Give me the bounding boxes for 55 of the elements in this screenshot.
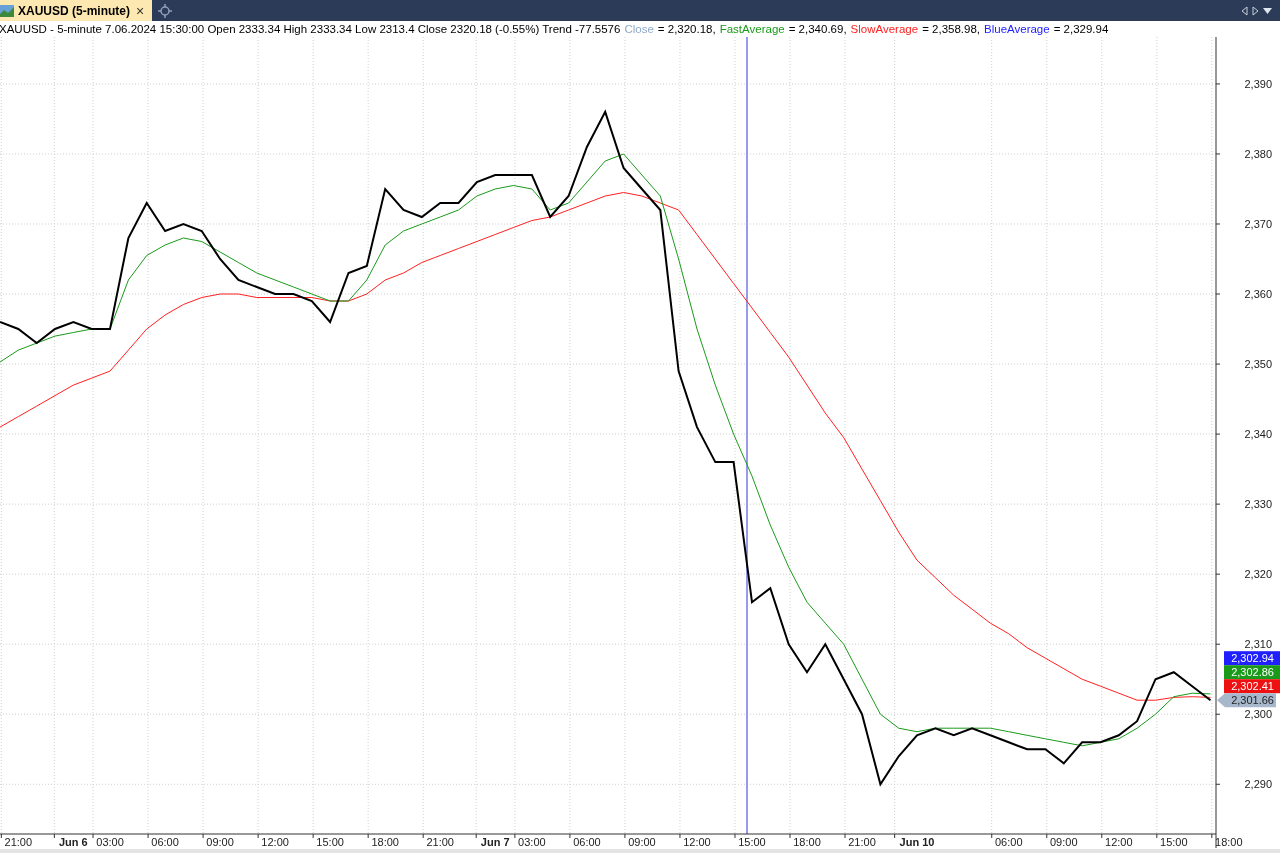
axis-label: 03:00 xyxy=(96,836,124,848)
axis-label: 06:00 xyxy=(573,836,601,848)
axis-label: 2,340 xyxy=(1244,428,1272,441)
dropdown-icon[interactable] xyxy=(1263,7,1272,14)
axis-label: 06:00 xyxy=(151,836,179,848)
price-tag: 2,301.66 xyxy=(1217,693,1276,708)
price-tag: 2,302.86 xyxy=(1224,665,1280,680)
axis-label: 2,330 xyxy=(1244,498,1272,511)
left-arrow-icon[interactable] xyxy=(1241,5,1248,16)
axis-label: 2,360 xyxy=(1244,288,1272,301)
price-tag: 2,302.41 xyxy=(1224,679,1280,694)
axis-label: 03:00 xyxy=(518,836,546,848)
axis-label: 15:00 xyxy=(316,836,344,848)
add-tab-icon[interactable] xyxy=(158,3,173,18)
legend-value: = 2,320.18, xyxy=(657,23,716,35)
axis-label: 21:00 xyxy=(848,836,876,848)
axis-label: 2,350 xyxy=(1244,358,1272,371)
axis-label: Jun 10 xyxy=(899,836,935,848)
close-button[interactable]: × xyxy=(134,2,147,19)
axis-label: 12:00 xyxy=(261,836,289,848)
legend-value: = 2,340.69, xyxy=(788,23,847,35)
price-tag: 2,302.94 xyxy=(1224,651,1280,666)
legend-name: FastAverage xyxy=(719,23,785,35)
axis-label: 2,370 xyxy=(1244,218,1272,230)
axis-label: 18:00 xyxy=(793,836,821,848)
axis-label: 09:00 xyxy=(206,836,234,848)
axis-label: 21:00 xyxy=(426,836,454,848)
legend-name: SlowAverage xyxy=(850,23,919,35)
axis-label: 15:00 xyxy=(738,836,766,848)
ohlc-summary: XAUUSD - 5-minute 7.06.2024 15:30:00 Open 2333.34 High 2333.34 Low 2313.4 Close 2320.18 (-0.55%) Trend -77.5576 xyxy=(0,23,621,35)
chart-icon xyxy=(0,4,14,17)
tab-label: XAUUSD (5-minute) xyxy=(18,3,130,18)
axis-label: 15:00 xyxy=(1160,836,1188,848)
axis-label: 09:00 xyxy=(1050,836,1078,848)
axis-label: 06:00 xyxy=(995,836,1023,848)
legend-name: Close xyxy=(624,23,654,35)
axis-label: 2,380 xyxy=(1244,147,1272,160)
axis-label: 2,320 xyxy=(1244,568,1272,581)
axis-label: 12:00 xyxy=(683,836,711,848)
axis-label: 2,390 xyxy=(1244,77,1272,90)
legend-value: = 2,329.94 xyxy=(1053,23,1109,35)
axis-label: 2,310 xyxy=(1244,638,1272,651)
axis-label: Jun 6 xyxy=(59,836,88,848)
legend-value: = 2,358.98, xyxy=(922,23,980,35)
axis-label: 18:00 xyxy=(1215,836,1243,848)
right-arrow-icon[interactable] xyxy=(1252,5,1259,16)
axis-label: 12:00 xyxy=(1105,836,1133,848)
axis-label: Jun 7 xyxy=(480,836,510,848)
axis-label: 2,290 xyxy=(1244,778,1272,791)
axis-label: 2,300 xyxy=(1244,708,1272,721)
axis-label: 09:00 xyxy=(628,836,656,848)
legend-name: BlueAverage xyxy=(984,23,1050,35)
axis-label: 21:00 xyxy=(4,836,33,848)
axis-label: 18:00 xyxy=(371,836,399,848)
chart-tab[interactable]: XAUUSD (5-minute) × xyxy=(0,0,153,21)
